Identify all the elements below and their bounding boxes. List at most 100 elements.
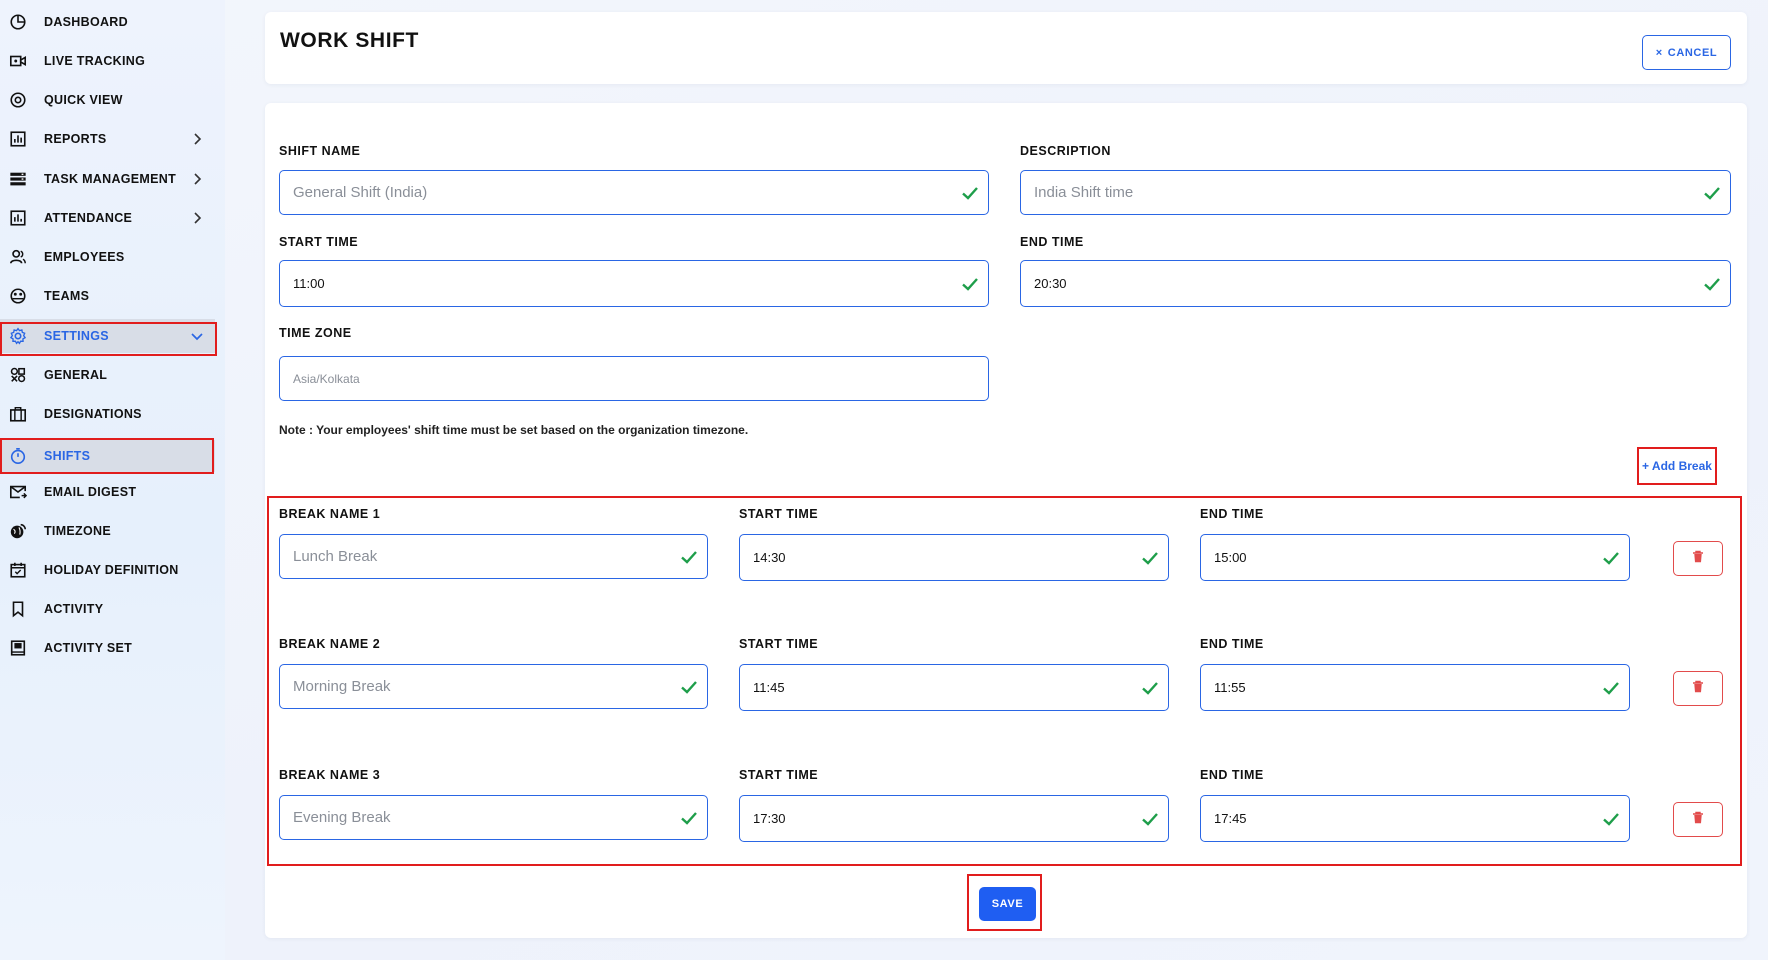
sidebar-item-reports[interactable]: REPORTS xyxy=(0,121,215,157)
close-icon: × xyxy=(1655,46,1663,59)
break-end-time-label: END TIME xyxy=(1200,637,1264,651)
sidebar-item-label: TASK MANAGEMENT xyxy=(44,172,177,186)
break-end-time-field[interactable]: 17:45 xyxy=(1200,795,1630,842)
sidebar-item-activity-set[interactable]: ACTIVITY SET xyxy=(0,630,215,666)
break-end-time-value: 15:00 xyxy=(1214,550,1247,565)
shifts-highlight xyxy=(0,438,214,474)
break-start-time-label: START TIME xyxy=(739,507,819,521)
check-icon xyxy=(961,275,979,293)
start-time-label: START TIME xyxy=(279,235,359,249)
break-name-value: Evening Break xyxy=(293,809,391,826)
sidebar-item-label: ACTIVITY xyxy=(44,602,104,616)
break-name-field[interactable]: Lunch Break xyxy=(279,534,708,579)
attendance-chart-icon xyxy=(8,209,28,227)
break-start-time-value: 11:45 xyxy=(753,680,785,695)
sidebar-item-label: DASHBOARD xyxy=(44,15,128,29)
shift-name-value: General Shift (India) xyxy=(293,184,428,201)
time-zone-label: TIME ZONE xyxy=(279,326,352,340)
description-value: India Shift time xyxy=(1034,184,1134,201)
break-name-field[interactable]: Morning Break xyxy=(279,664,708,709)
sidebar-item-designations[interactable]: DESIGNATIONS xyxy=(0,396,215,432)
break-name-label: BREAK NAME 1 xyxy=(279,507,381,521)
people-icon xyxy=(8,248,28,266)
sidebar-item-label: ATTENDANCE xyxy=(44,211,133,225)
break-start-time-value: 17:30 xyxy=(753,811,786,826)
check-icon xyxy=(1703,275,1721,293)
description-label: DESCRIPTION xyxy=(1020,144,1111,158)
cancel-button[interactable]: × CANCEL xyxy=(1642,35,1731,70)
sidebar-item-dashboard[interactable]: DASHBOARD xyxy=(0,4,215,40)
sidebar-item-label: ACTIVITY SET xyxy=(44,641,133,655)
general-icon xyxy=(8,366,28,384)
break-end-time-field[interactable]: 11:55 xyxy=(1200,664,1630,711)
start-time-value: 11:00 xyxy=(293,276,325,291)
description-field[interactable]: India Shift time xyxy=(1020,170,1731,215)
sidebar-item-label: TEAMS xyxy=(44,289,90,303)
calendar-icon xyxy=(8,561,28,579)
shift-name-field[interactable]: General Shift (India) xyxy=(279,170,989,215)
report-chart-icon xyxy=(8,130,28,148)
break-name-value: Morning Break xyxy=(293,678,391,695)
break-name-value: Lunch Break xyxy=(293,548,378,565)
delete-break-button[interactable] xyxy=(1673,541,1723,576)
sidebar-item-label: LIVE TRACKING xyxy=(44,54,146,68)
end-time-value: 20:30 xyxy=(1034,276,1067,291)
sidebar: DASHBOARD LIVE TRACKING QUICK VIEW REPOR… xyxy=(0,0,225,960)
globe-icon xyxy=(8,522,28,540)
delete-break-button[interactable] xyxy=(1673,802,1723,837)
break-end-time-value: 11:55 xyxy=(1214,680,1246,695)
sidebar-item-label: EMAIL DIGEST xyxy=(44,485,137,499)
header-card: WORK SHIFT × CANCEL xyxy=(265,12,1747,84)
delete-break-button[interactable] xyxy=(1673,671,1723,706)
save-button[interactable]: SAVE xyxy=(979,887,1036,921)
bookmark-icon xyxy=(8,600,28,618)
time-zone-value: Asia/Kolkata xyxy=(293,371,360,386)
check-icon xyxy=(961,184,979,202)
check-icon xyxy=(680,809,698,827)
break-start-time-field[interactable]: 17:30 xyxy=(739,795,1169,842)
work-shift-form: SHIFT NAME General Shift (India) DESCRIP… xyxy=(265,103,1747,938)
sidebar-item-task-management[interactable]: TASK MANAGEMENT xyxy=(0,161,215,197)
settings-highlight xyxy=(0,322,217,356)
eye-icon xyxy=(8,91,28,109)
video-icon xyxy=(8,52,28,70)
sidebar-item-label: EMPLOYEES xyxy=(44,250,125,264)
check-icon xyxy=(1703,184,1721,202)
sidebar-item-attendance[interactable]: ATTENDANCE xyxy=(0,200,215,236)
add-break-button[interactable]: + Add Break xyxy=(1637,447,1717,485)
sidebar-item-activity[interactable]: ACTIVITY xyxy=(0,591,215,627)
sidebar-item-label: QUICK VIEW xyxy=(44,93,123,107)
end-time-label: END TIME xyxy=(1020,235,1084,249)
break-end-time-label: END TIME xyxy=(1200,768,1264,782)
time-zone-select[interactable]: Asia/Kolkata xyxy=(279,356,989,401)
check-icon xyxy=(1141,549,1159,567)
check-icon xyxy=(1602,549,1620,567)
cancel-label: CANCEL xyxy=(1667,46,1718,59)
sidebar-item-label: TIMEZONE xyxy=(44,524,111,538)
sidebar-item-quick-view[interactable]: QUICK VIEW xyxy=(0,82,215,118)
end-time-field[interactable]: 20:30 xyxy=(1020,260,1731,307)
start-time-field[interactable]: 11:00 xyxy=(279,260,989,307)
sidebar-item-email-digest[interactable]: EMAIL DIGEST xyxy=(0,474,215,510)
sidebar-item-timezone[interactable]: TIMEZONE xyxy=(0,513,215,549)
sidebar-item-teams[interactable]: TEAMS xyxy=(0,278,215,314)
save-highlight: SAVE xyxy=(967,874,1042,931)
trash-icon xyxy=(1692,811,1704,829)
chevron-right-icon[interactable] xyxy=(190,172,204,186)
break-start-time-field[interactable]: 14:30 xyxy=(739,534,1169,581)
book-icon xyxy=(8,639,28,657)
sidebar-item-general[interactable]: GENERAL xyxy=(0,357,215,393)
sidebar-item-label: DESIGNATIONS xyxy=(44,407,142,421)
check-icon xyxy=(1602,679,1620,697)
break-name-field[interactable]: Evening Break xyxy=(279,795,708,840)
break-end-time-field[interactable]: 15:00 xyxy=(1200,534,1630,581)
check-icon xyxy=(1141,810,1159,828)
sidebar-item-employees[interactable]: EMPLOYEES xyxy=(0,239,215,275)
sidebar-item-live-tracking[interactable]: LIVE TRACKING xyxy=(0,43,215,79)
sidebar-item-holiday-definition[interactable]: HOLIDAY DEFINITION xyxy=(0,552,215,588)
briefcase-icon xyxy=(8,405,28,423)
chevron-right-icon[interactable] xyxy=(190,211,204,225)
chevron-right-icon[interactable] xyxy=(190,132,204,146)
check-icon xyxy=(1602,810,1620,828)
break-start-time-field[interactable]: 11:45 xyxy=(739,664,1169,711)
